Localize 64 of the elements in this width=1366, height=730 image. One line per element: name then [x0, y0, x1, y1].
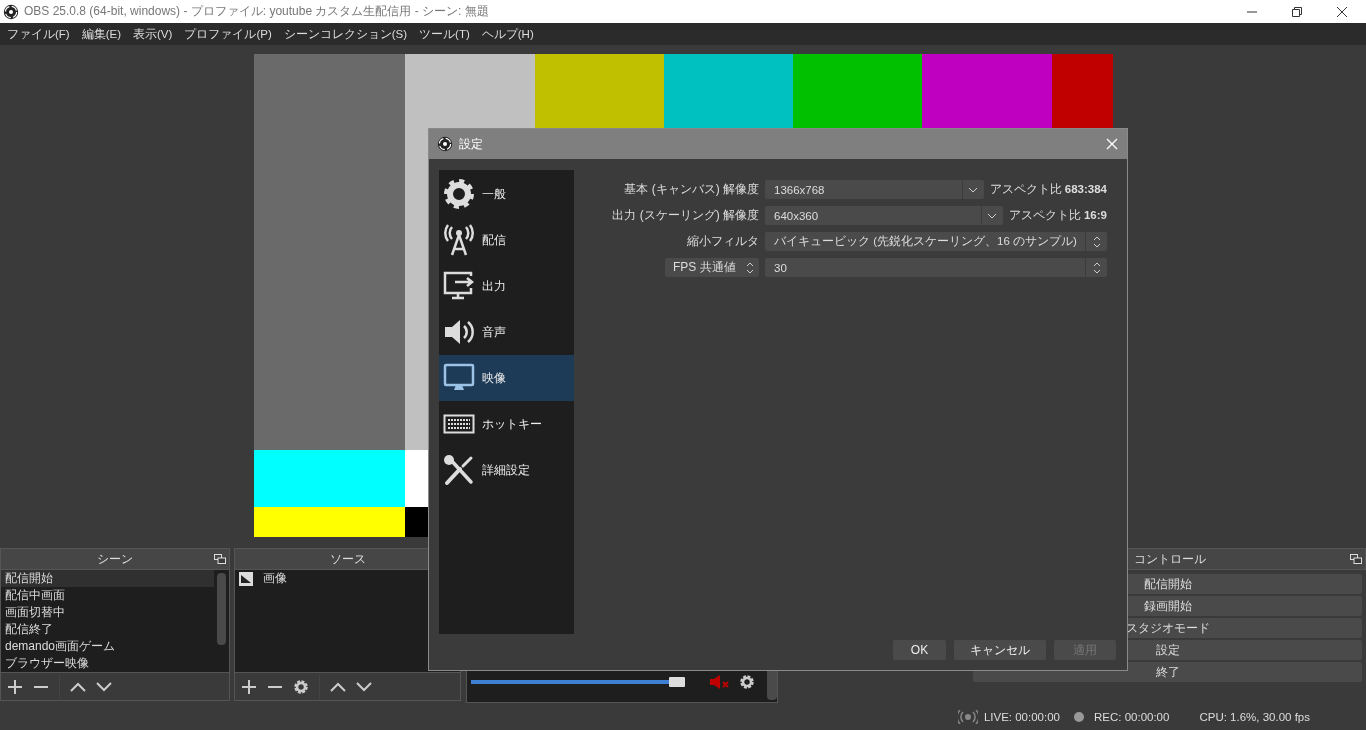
field-label: 基本 (キャンバス) 解像度 — [624, 181, 759, 198]
tools-icon — [443, 454, 475, 486]
menu-item[interactable]: 表示(V) — [127, 26, 179, 42]
spinner-arrows-icon[interactable] — [1091, 260, 1102, 275]
settings-icon[interactable] — [293, 678, 309, 695]
window-title: OBS 25.0.8 (64-bit, windows) - プロファイル: youtube カスタム生配信用 - シーン: 無題 — [24, 3, 489, 20]
aspect-ratio-text: アスペクト比 16:9 — [1008, 208, 1107, 223]
dock-title: ソース — [329, 550, 366, 568]
category-item[interactable]: 映像 — [439, 355, 574, 401]
add-icon[interactable] — [7, 678, 23, 695]
antenna-icon — [443, 224, 475, 256]
caret-icon[interactable] — [968, 186, 979, 193]
scene-item[interactable]: 配信終了 — [1, 621, 214, 638]
record-dot-icon — [1073, 711, 1084, 722]
scene-item[interactable]: 画面切替中 — [1, 604, 214, 621]
field-label: 縮小フィルタ — [687, 233, 759, 250]
aspect-ratio-text: アスペクト比 683:384 — [989, 182, 1107, 197]
live-status: LIVE: 00:00:00 — [983, 710, 1060, 723]
gear-icon — [443, 178, 475, 210]
logo-icon — [3, 3, 19, 20]
spinner-arrows-icon[interactable] — [745, 260, 755, 275]
add-icon[interactable] — [241, 678, 257, 695]
category-item[interactable]: ホットキー — [439, 401, 574, 447]
undock-icon[interactable] — [214, 554, 226, 564]
source-item[interactable]: 画像 — [263, 570, 287, 587]
dock-title: コントロール — [1133, 550, 1206, 568]
resolution-dropdown[interactable]: 640x360 — [765, 206, 1003, 225]
menu-item[interactable]: ファイル(F) — [1, 26, 76, 42]
broadcast-icon — [957, 709, 978, 724]
close-icon[interactable] — [1336, 5, 1348, 18]
scene-item[interactable]: demando画面ゲーム — [1, 638, 214, 655]
menu-item[interactable]: 編集(E) — [75, 26, 128, 42]
caret-icon[interactable] — [987, 212, 998, 219]
category-item[interactable]: 出力 — [439, 263, 574, 309]
muted-speaker-icon[interactable] — [709, 674, 731, 690]
undock-icon[interactable] — [1350, 554, 1362, 564]
category-item[interactable]: 一般 — [439, 171, 574, 217]
field-label: 出力 (スケーリング) 解像度 — [612, 207, 759, 224]
category-item[interactable]: 配信 — [439, 217, 574, 263]
menu-item[interactable]: プロファイル(P) — [178, 26, 278, 42]
resolution-dropdown[interactable]: 1366x768 — [765, 180, 984, 199]
fps-type-select[interactable]: FPS 共通値 — [665, 258, 759, 277]
dialog-title: 設定 — [459, 135, 483, 153]
scene-item[interactable]: 配信開始 — [1, 570, 214, 587]
dialog-button[interactable]: キャンセル — [954, 640, 1046, 660]
scene-item[interactable]: 配信中画面 — [1, 587, 214, 604]
scrollbar[interactable] — [217, 573, 226, 645]
monitor-arrow-icon — [443, 270, 475, 302]
category-item[interactable]: 音声 — [439, 309, 574, 355]
spinner-arrows-icon[interactable] — [1091, 234, 1102, 249]
dialog-button[interactable]: OK — [893, 640, 946, 660]
menu-item[interactable]: ツール(T) — [413, 26, 476, 42]
menu-item[interactable]: ヘルプ(H) — [475, 26, 540, 42]
settings-icon[interactable] — [739, 674, 755, 690]
menu-item[interactable]: シーンコレクション(S) — [277, 26, 414, 42]
cpu-status: CPU: 1.6%, 30.00 fps — [1199, 710, 1310, 723]
logo-icon — [437, 136, 453, 152]
spin-field[interactable]: 30 — [765, 258, 1107, 277]
scene-item[interactable]: ブラウザー映像 — [1, 655, 214, 672]
spin-field[interactable]: バイキュービック (先鋭化スケーリング、16 のサンプル) — [765, 232, 1107, 251]
category-item[interactable]: 詳細設定 — [439, 447, 574, 493]
dock-title: シーン — [97, 550, 133, 568]
restore-icon[interactable] — [1291, 5, 1303, 18]
rec-status: REC: 00:00:00 — [1093, 710, 1170, 723]
